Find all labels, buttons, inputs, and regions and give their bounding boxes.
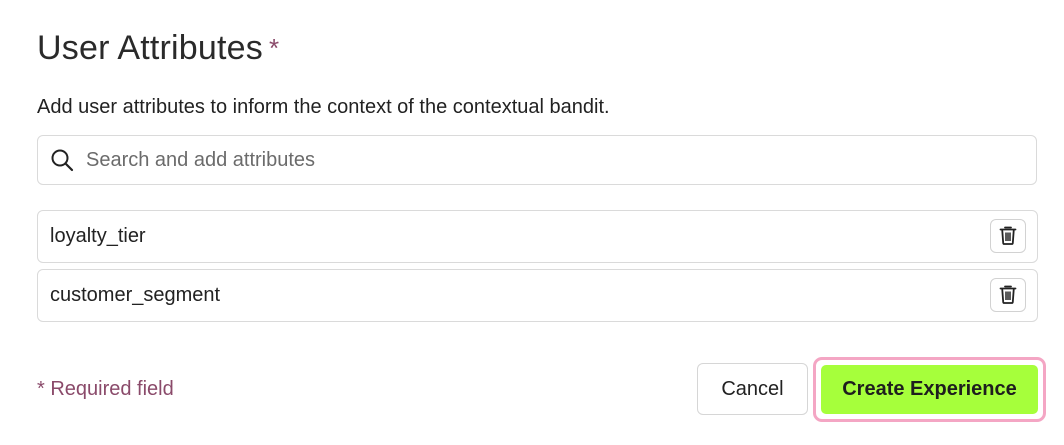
delete-attribute-button[interactable] — [990, 219, 1026, 253]
cancel-button[interactable]: Cancel — [697, 363, 808, 415]
create-button-focus-ring: Create Experience — [813, 357, 1046, 422]
user-attributes-panel: User Attributes * Add user attributes to … — [0, 0, 1064, 445]
required-asterisk: * — [268, 33, 280, 63]
section-description: Add user attributes to inform the contex… — [37, 96, 610, 118]
attribute-search-box[interactable] — [37, 135, 1037, 185]
attribute-row: customer_segment — [37, 269, 1038, 322]
attribute-label: customer_segment — [50, 284, 221, 306]
required-field-note: * Required field — [37, 378, 174, 400]
delete-attribute-button[interactable] — [990, 278, 1026, 312]
attribute-label: loyalty_tier — [50, 225, 146, 247]
search-icon — [50, 148, 74, 172]
section-title-text: User Attributes — [37, 29, 263, 67]
attribute-search-input[interactable] — [86, 136, 1036, 184]
section-title: User Attributes * — [37, 26, 279, 72]
trash-icon — [997, 224, 1019, 249]
attribute-row: loyalty_tier — [37, 210, 1038, 263]
create-experience-button[interactable]: Create Experience — [821, 365, 1038, 414]
trash-icon — [997, 283, 1019, 308]
